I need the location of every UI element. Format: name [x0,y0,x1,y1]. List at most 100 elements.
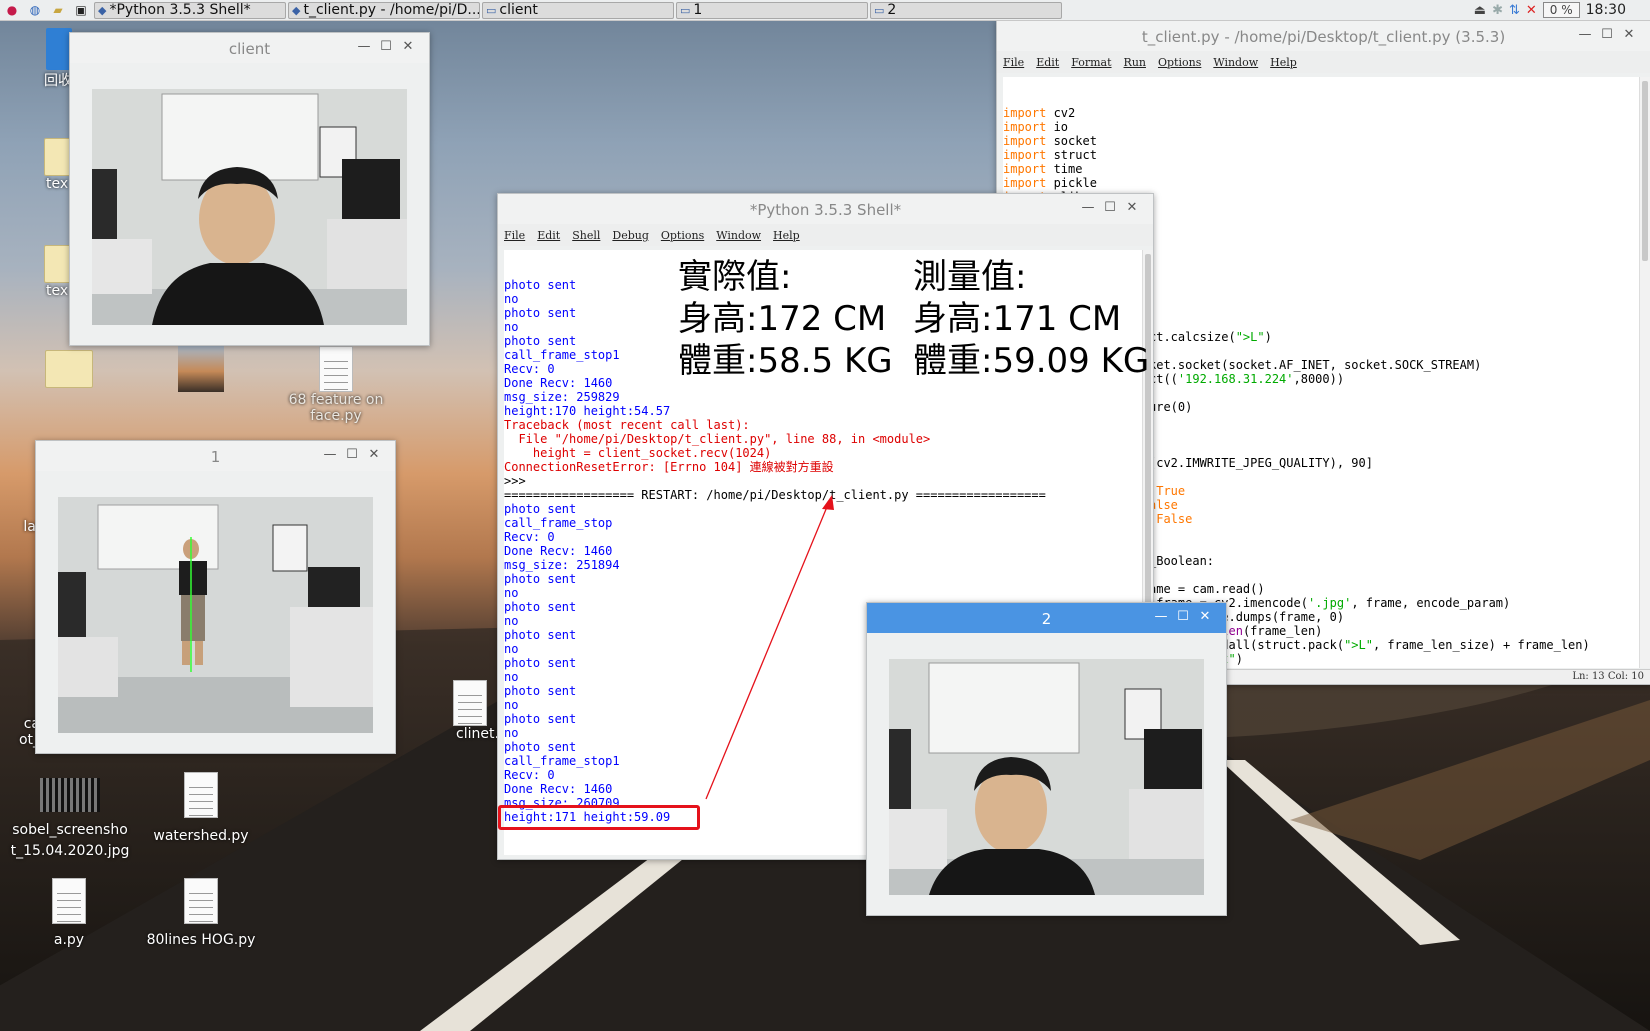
editor-menubar: File Edit Format Run Options Window Help [997,51,1650,73]
camera-frame-client [92,89,407,325]
code-line: ure(0) [1149,400,1650,414]
volume-muted-icon[interactable]: ✕ [1526,3,1537,18]
code-line: import struct [1003,148,1650,162]
code-line: import io [1003,120,1650,134]
cpu-usage-monitor: 0 % [1542,2,1580,18]
minimize-icon[interactable]: — [1574,27,1596,42]
keyword-token: False [1149,512,1193,526]
window-title: t_client.py - /home/pi/Desktop/t_client.… [1141,28,1506,46]
taskbar-button-2[interactable]: ▭ 2 [870,1,1062,19]
client-window: client — ☐ ✕ [69,32,430,346]
code-line: import socket [1003,134,1650,148]
close-icon[interactable]: ✕ [363,447,385,462]
desktop-icon-road-image[interactable] [146,346,256,392]
window-icon: ▭ [680,3,691,17]
close-icon[interactable]: ✕ [1194,609,1216,624]
editor-titlebar[interactable]: t_client.py - /home/pi/Desktop/t_client.… [997,21,1650,51]
menu-item-edit[interactable]: Edit [1036,56,1059,69]
code-line: ket.socket(socket.AF_INET, socket.SOCK_S… [1149,358,1650,372]
keyword-token: import [1003,134,1047,148]
raspberry-menu-icon[interactable]: ● [4,2,20,18]
keyword-token: import [1003,120,1047,134]
bluetooth-icon[interactable]: ✱ [1492,3,1503,18]
file-icon [319,346,353,392]
string-token: ">L" [1344,638,1373,652]
taskbar-button-t-client[interactable]: ◆ t_client.py - /home/pi/D... [288,1,480,19]
window-2-titlebar[interactable]: 2 — ☐ ✕ [867,603,1226,633]
client-titlebar[interactable]: client — ☐ ✕ [70,33,429,63]
minimize-icon[interactable]: — [353,39,375,54]
file-icon [453,680,487,726]
scrollbar-thumb[interactable] [1642,81,1648,261]
code-text: ket.socket(socket.AF_INET, socket.SOCK_S… [1149,358,1482,372]
code-line: ct.calcsize(">L") [1149,330,1650,344]
network-icon[interactable]: ⇅ [1509,3,1520,18]
close-icon[interactable]: ✕ [1618,27,1640,42]
file-icon [52,878,86,924]
code-text: , frame, encode_param) [1351,596,1511,610]
maximize-icon[interactable]: ☐ [375,39,397,54]
desktop-icon-folder[interactable] [14,350,124,388]
window-1: 1 — ☐ ✕ [35,440,396,754]
minimize-icon[interactable]: — [1150,609,1172,624]
file-icon [184,772,218,818]
keyword-token: import [1003,106,1047,120]
desktop-icon-ca[interactable]: ca ot_ [0,716,40,748]
code-text: ) [1235,652,1243,666]
code-line: _Boolean: [1149,554,1650,568]
code-text: _Boolean: [1149,554,1215,568]
menu-item-run[interactable]: Run [1124,56,1146,69]
image-thumbnail-icon [178,346,224,392]
desktop-icon-hog[interactable]: 80lines HOG.py [146,878,256,948]
keyword-token: import [1003,176,1047,190]
desktop-icon-watershed[interactable]: watershed.py [146,772,256,844]
eject-icon[interactable]: ⏏ [1474,3,1486,18]
image-thumbnail-icon [40,778,100,812]
keyword-token: import [1003,162,1047,176]
maximize-icon[interactable]: ☐ [1172,609,1194,624]
module-name: cv2 [1046,106,1076,120]
maximize-icon[interactable]: ☐ [341,447,363,462]
desktop-icon-clinet[interactable]: clinet. [440,680,500,742]
window-icon: ▭ [874,3,885,17]
window-2: 2 — ☐ ✕ [866,602,1227,916]
taskbar-button-client[interactable]: ▭ client [482,1,674,19]
menu-item-options[interactable]: Options [1158,56,1201,69]
desktop-icon-68-feature[interactable]: 68 feature on face.py [280,346,392,424]
taskbar: ● ◍ ▰ ▣ ◆ *Python 3.5.3 Shell* ◆ t_client.… [0,0,1650,21]
browser-icon[interactable]: ◍ [27,2,43,18]
code-text: ct.calcsize( [1149,330,1236,344]
window-1-titlebar[interactable]: 1 — ☐ ✕ [36,441,395,471]
close-icon[interactable]: ✕ [397,39,419,54]
code-line: import cv2 [1003,106,1650,120]
editor-scrollbar[interactable] [1639,77,1650,668]
code-line: alse [1149,498,1650,512]
module-name: socket [1046,134,1097,148]
menu-item-file[interactable]: File [1003,56,1024,69]
maximize-icon[interactable]: ☐ [1596,27,1618,42]
code-text: ,8000)) [1293,372,1345,386]
file-manager-icon[interactable]: ▰ [50,2,66,18]
keyword-token: import [1003,148,1047,162]
terminal-icon[interactable]: ▣ [73,2,89,18]
code-text: ure(0) [1149,400,1193,414]
minimize-icon[interactable]: — [319,447,341,462]
code-line: import time [1003,162,1650,176]
desktop-icon-a-py[interactable]: a.py [14,878,124,948]
menu-item-format[interactable]: Format [1071,56,1111,69]
taskbar-button-1[interactable]: ▭ 1 [676,1,868,19]
code-text: ame = cam.read() [1149,582,1265,596]
menu-item-help[interactable]: Help [1270,56,1297,69]
taskbar-button-python-shell[interactable]: ◆ *Python 3.5.3 Shell* [94,1,286,19]
desktop-icon-sobel[interactable]: sobel_screenshot_15.04.2020.jpg [10,778,130,862]
menu-item-window[interactable]: Window [1213,56,1258,69]
python-icon: ◆ [292,3,301,17]
module-name: struct [1046,148,1097,162]
